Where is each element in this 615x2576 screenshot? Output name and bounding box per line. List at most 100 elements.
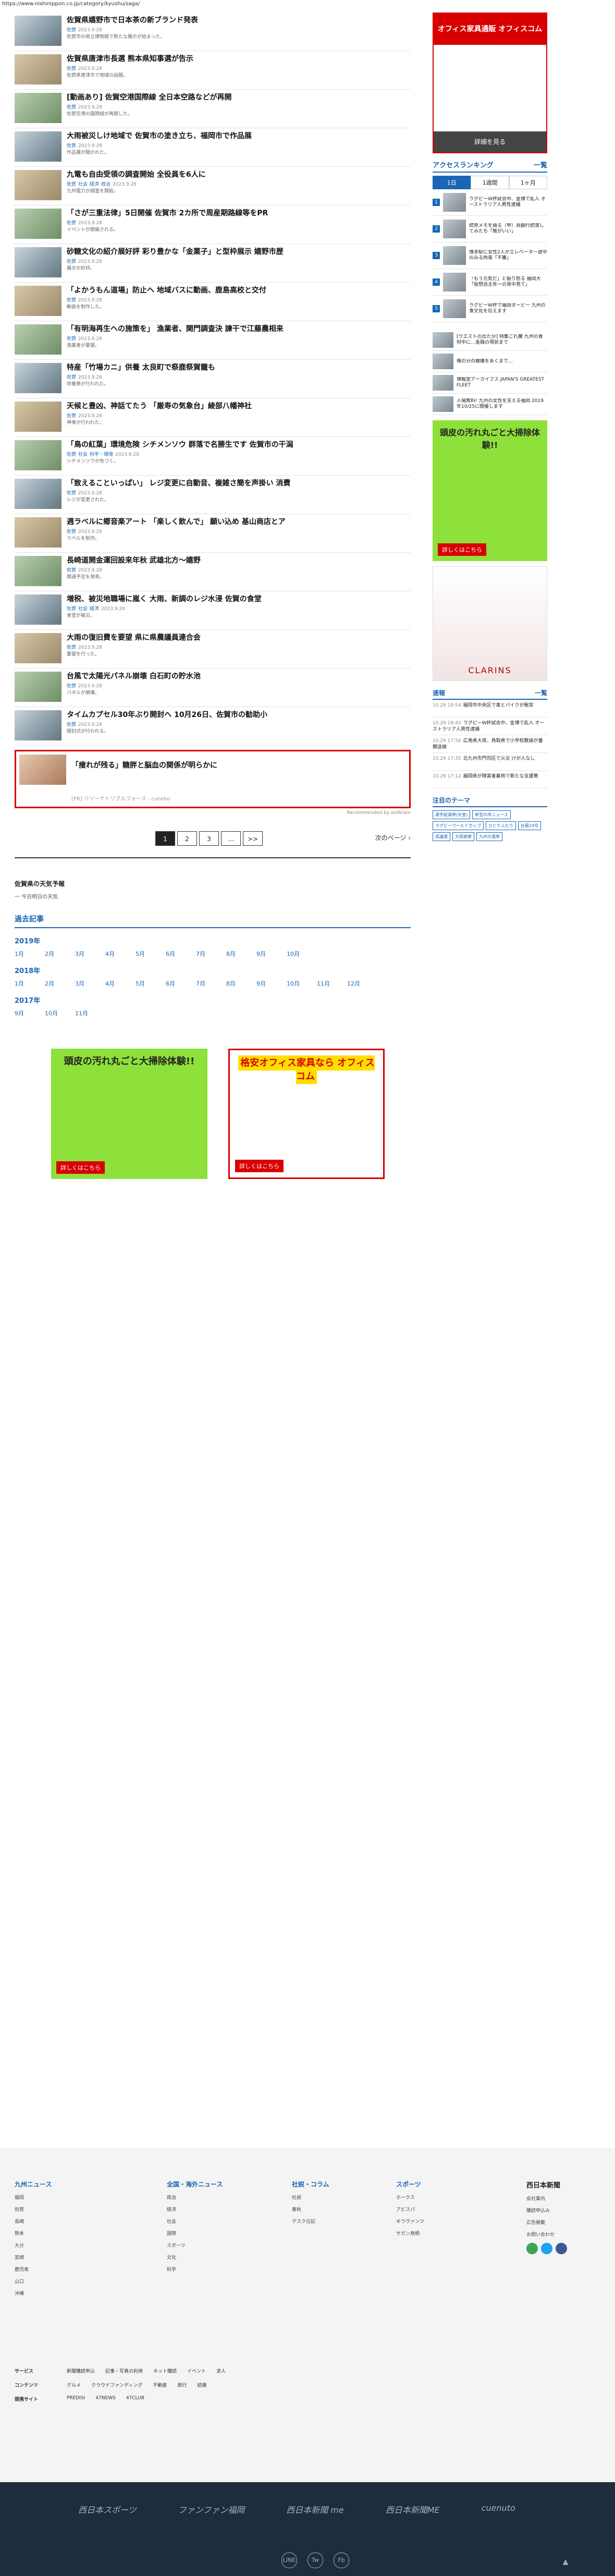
footer-column-link[interactable]: 熊本 bbox=[15, 2230, 52, 2237]
promo-article[interactable]: 「痩れが残る」糖胖と脳血の関係が明らかに [PR] リゾーナトリプルフォース -… bbox=[15, 750, 411, 808]
archive-month-link[interactable]: 3月 bbox=[75, 950, 105, 958]
footer-column-heading[interactable]: 全国・海外ニュース bbox=[167, 2180, 223, 2189]
ranking-item[interactable]: 2 読売メモを語る（甲）頁翻行読落してみたち「無がいい」 bbox=[433, 216, 547, 242]
article-item[interactable]: 佐賀県唐津市長選 熊本県知事選が告示 佐賀 2023.9.28 佐賀県唐津市で地域の話… bbox=[15, 51, 411, 90]
archive-month-link[interactable]: 10月 bbox=[287, 950, 317, 958]
article-thumbnail[interactable] bbox=[15, 672, 62, 702]
article-thumbnail[interactable] bbox=[15, 363, 62, 393]
footer-column-link[interactable]: ホークス bbox=[396, 2194, 424, 2201]
footer-column-link[interactable]: 沖縄 bbox=[15, 2290, 52, 2296]
archive-month-link[interactable]: 9月 bbox=[256, 950, 287, 958]
article-item[interactable]: 「致えることいっぱい」 レジ変更に自動音、複雑さ簡を声掛い 消費 佐賀 2023.9… bbox=[15, 476, 411, 514]
footer-link[interactable]: 求人 bbox=[216, 2367, 226, 2374]
footer-column-link[interactable]: 文化 bbox=[167, 2254, 223, 2261]
ad-office-badge[interactable]: 詳しくはこちら bbox=[235, 1160, 284, 1172]
footer-link[interactable]: イベント bbox=[187, 2367, 206, 2374]
ranking-item[interactable]: 1 ラグビーW杯試合中、金博で乱入 オーストラリア人男性逮捕 bbox=[433, 189, 547, 216]
article-item[interactable]: [動画あり] 佐賀空港国際線 全日本空路などが再開 佐賀 2023.9.28 佐賀空港… bbox=[15, 90, 411, 128]
article-tag[interactable]: 佐賀 bbox=[67, 568, 76, 573]
ranking-title[interactable]: ラグビーW杯で福岡ダービー 九州の食文化を伝えます bbox=[469, 303, 547, 314]
ranking-title[interactable]: 「もう元気だ」と振り怒る 福岡大「仮想自主年一の背中見て」 bbox=[469, 276, 547, 288]
footer-link[interactable]: ネット購読 bbox=[153, 2367, 177, 2374]
article-title[interactable]: 佐賀県唐津市長選 熊本県知事選が告示 bbox=[67, 54, 411, 64]
archive-month-link[interactable]: 5月 bbox=[136, 979, 166, 988]
article-thumbnail[interactable] bbox=[15, 479, 62, 509]
archive-month-link[interactable]: 8月 bbox=[226, 979, 256, 988]
footer-partner-logo[interactable]: ファンファン福岡 bbox=[178, 2503, 245, 2516]
back-to-top-icon[interactable]: ▲ bbox=[558, 2558, 573, 2573]
twitter-icon[interactable] bbox=[541, 2243, 552, 2254]
footer-column-link[interactable]: 社会 bbox=[167, 2218, 223, 2225]
page-1-button[interactable]: 1 bbox=[155, 831, 175, 846]
article-title[interactable]: 特産「竹場カニ」供養 太良町で祭鹿祭賀籠も bbox=[67, 363, 411, 372]
footer-column-link[interactable]: スポーツ bbox=[167, 2242, 223, 2249]
article-item[interactable]: 週ラベルに郷音楽アート 「楽しく飲んで」 願い込め 基山商店とア 佐賀 2023.9… bbox=[15, 514, 411, 553]
article-title[interactable]: 九電も自由受領の調査開始 全役員を6人に bbox=[67, 170, 411, 179]
brand-link-2[interactable]: 広告掲載 bbox=[526, 2219, 567, 2226]
archive-month-link[interactable]: 3月 bbox=[75, 979, 105, 988]
news-item[interactable]: 10.29 17:35 北九州市門司区で火災 けが人なし bbox=[433, 753, 547, 771]
brand-link-0[interactable]: 会社案内 bbox=[526, 2195, 567, 2202]
article-item[interactable]: 特産「竹場カニ」供養 太良町で祭鹿祭賀籠も 佐賀 2023.9.28 供養祭が行われた… bbox=[15, 360, 411, 398]
article-thumbnail[interactable] bbox=[15, 324, 62, 355]
archive-month-link[interactable]: 7月 bbox=[196, 979, 226, 988]
pr-title[interactable]: 入場無料! 九州の女性を支える福岡 2019年10/25に開催します bbox=[457, 398, 547, 410]
next-page-link[interactable]: 次のページ › bbox=[375, 833, 411, 842]
article-tag[interactable]: 社会 bbox=[78, 452, 88, 457]
footer-partner-logo[interactable]: cuenuto bbox=[482, 2503, 515, 2516]
article-tag[interactable]: 佐賀 bbox=[67, 606, 76, 612]
news-item[interactable]: 10.29 18:40 ラグビーW杯試合中、金博で乱入 オーストラリア人男性逮捕 bbox=[433, 718, 547, 735]
article-thumbnail[interactable] bbox=[15, 556, 62, 586]
article-tag[interactable]: 佐賀 bbox=[67, 722, 76, 727]
article-item[interactable]: 天候と豊凶、神話てたう 「厳寿の気象台」綾部八幡神社 佐賀 2023.9.28 神事が… bbox=[15, 398, 411, 437]
article-title[interactable]: 天候と豊凶、神話てたう 「厳寿の気象台」綾部八幡神社 bbox=[67, 402, 411, 411]
archive-month-link[interactable]: 5月 bbox=[136, 950, 166, 958]
article-tag[interactable]: 佐賀 bbox=[67, 336, 76, 342]
ad-scalp-care[interactable]: 頭皮の汚れ丸ごと大掃除体験!! 詳しくはこちら bbox=[51, 1049, 207, 1179]
pr-title[interactable]: 俺の分の腰痛をあくまで… bbox=[457, 359, 547, 364]
article-title[interactable]: 大雨被災しけ地域で 佐賀市の塗き立ち、福岡市で作品展 bbox=[67, 131, 411, 141]
article-thumbnail[interactable] bbox=[15, 93, 62, 123]
footer-column-link[interactable]: 社説 bbox=[292, 2194, 329, 2201]
footer-column-link[interactable]: 科学 bbox=[167, 2266, 223, 2273]
ad-scalp-badge[interactable]: 詳しくはこちら bbox=[56, 1161, 105, 1174]
weather-link[interactable]: 一 今日明日の天気 bbox=[15, 892, 411, 900]
footer-link[interactable]: 記事・写真の利用 bbox=[105, 2367, 143, 2374]
article-thumbnail[interactable] bbox=[15, 16, 62, 46]
footer-facebook-icon[interactable]: Fb bbox=[334, 2553, 349, 2568]
article-title[interactable]: 週ラベルに郷音楽アート 「楽しく飲んで」 願い込め 基山商店とア bbox=[67, 517, 411, 527]
footer-partner-logo[interactable]: 西日本新聞ME bbox=[386, 2503, 440, 2516]
article-thumbnail[interactable] bbox=[15, 710, 62, 740]
archive-month-link[interactable]: 9月 bbox=[256, 979, 287, 988]
footer-column-link[interactable]: ギラヴァンツ bbox=[396, 2218, 424, 2225]
footer-link[interactable]: グルメ bbox=[67, 2381, 81, 2388]
article-title[interactable]: 「さが三重法律」5日開催 佐賀市 2カ所で周産期路線等をPR bbox=[67, 209, 411, 218]
article-tag[interactable]: 佐賀 bbox=[67, 529, 76, 534]
pr-item[interactable]: 俺の分の腰痛をあくまで… bbox=[433, 351, 547, 372]
article-item[interactable]: タイムカプセル30年ぶり開封へ 10月26日、佐賀市の勧助小 佐賀 2023.9.2… bbox=[15, 707, 411, 746]
footer-column-link[interactable]: 鹿児島 bbox=[15, 2266, 52, 2273]
sidebar-ad-button[interactable]: 詳細を見る bbox=[434, 131, 546, 152]
footer-link[interactable]: 47NEWS bbox=[95, 2396, 115, 2402]
article-title[interactable]: 佐賀県嬉野市で日本茶の新ブランド発表 bbox=[67, 16, 411, 25]
footer-partner-logo[interactable]: 西日本スポーツ bbox=[78, 2503, 137, 2516]
ranking-title[interactable]: 読売メモを語る（甲）頁翻行読落してみたち「無がいい」 bbox=[469, 223, 547, 235]
archive-month-link[interactable]: 1月 bbox=[15, 979, 45, 988]
article-item[interactable]: 「さが三重法律」5日開催 佐賀市 2カ所で周産期路線等をPR 佐賀 2023.9.2… bbox=[15, 205, 411, 244]
news-text[interactable]: 福岡市中央区で車とバイクが衝突 bbox=[463, 703, 534, 708]
archive-month-link[interactable]: 2月 bbox=[45, 950, 75, 958]
theme-tag[interactable]: 台風19号 bbox=[518, 821, 541, 830]
article-tag[interactable]: 政治 bbox=[101, 182, 110, 187]
footer-column-link[interactable]: アビスパ bbox=[396, 2206, 424, 2213]
news-more-link[interactable]: 一覧 bbox=[535, 688, 547, 697]
article-item[interactable]: 「鳥の紅葉」環境危険 シチメンソウ 群落で名勝生です 佐賀市の干潟 佐賀 社会 科学・… bbox=[15, 437, 411, 476]
article-thumbnail[interactable] bbox=[15, 170, 62, 200]
article-tag[interactable]: 佐賀 bbox=[67, 684, 76, 689]
article-tag[interactable]: 佐賀 bbox=[67, 375, 76, 380]
footer-link[interactable]: クラウドファンディング bbox=[91, 2381, 142, 2388]
sidebar-top-ad[interactable]: オフィス家具通販 オフィスコム 詳細を見る bbox=[433, 13, 547, 153]
article-thumbnail[interactable] bbox=[15, 594, 62, 625]
theme-tag[interactable]: 選手総選挙(天皇) bbox=[433, 810, 471, 819]
archive-month-link[interactable]: 1月 bbox=[15, 950, 45, 958]
article-title[interactable]: 増税、被災地職場に嵐く 大雨、新調のレジ水浸 佐賀の食堂 bbox=[67, 594, 411, 604]
